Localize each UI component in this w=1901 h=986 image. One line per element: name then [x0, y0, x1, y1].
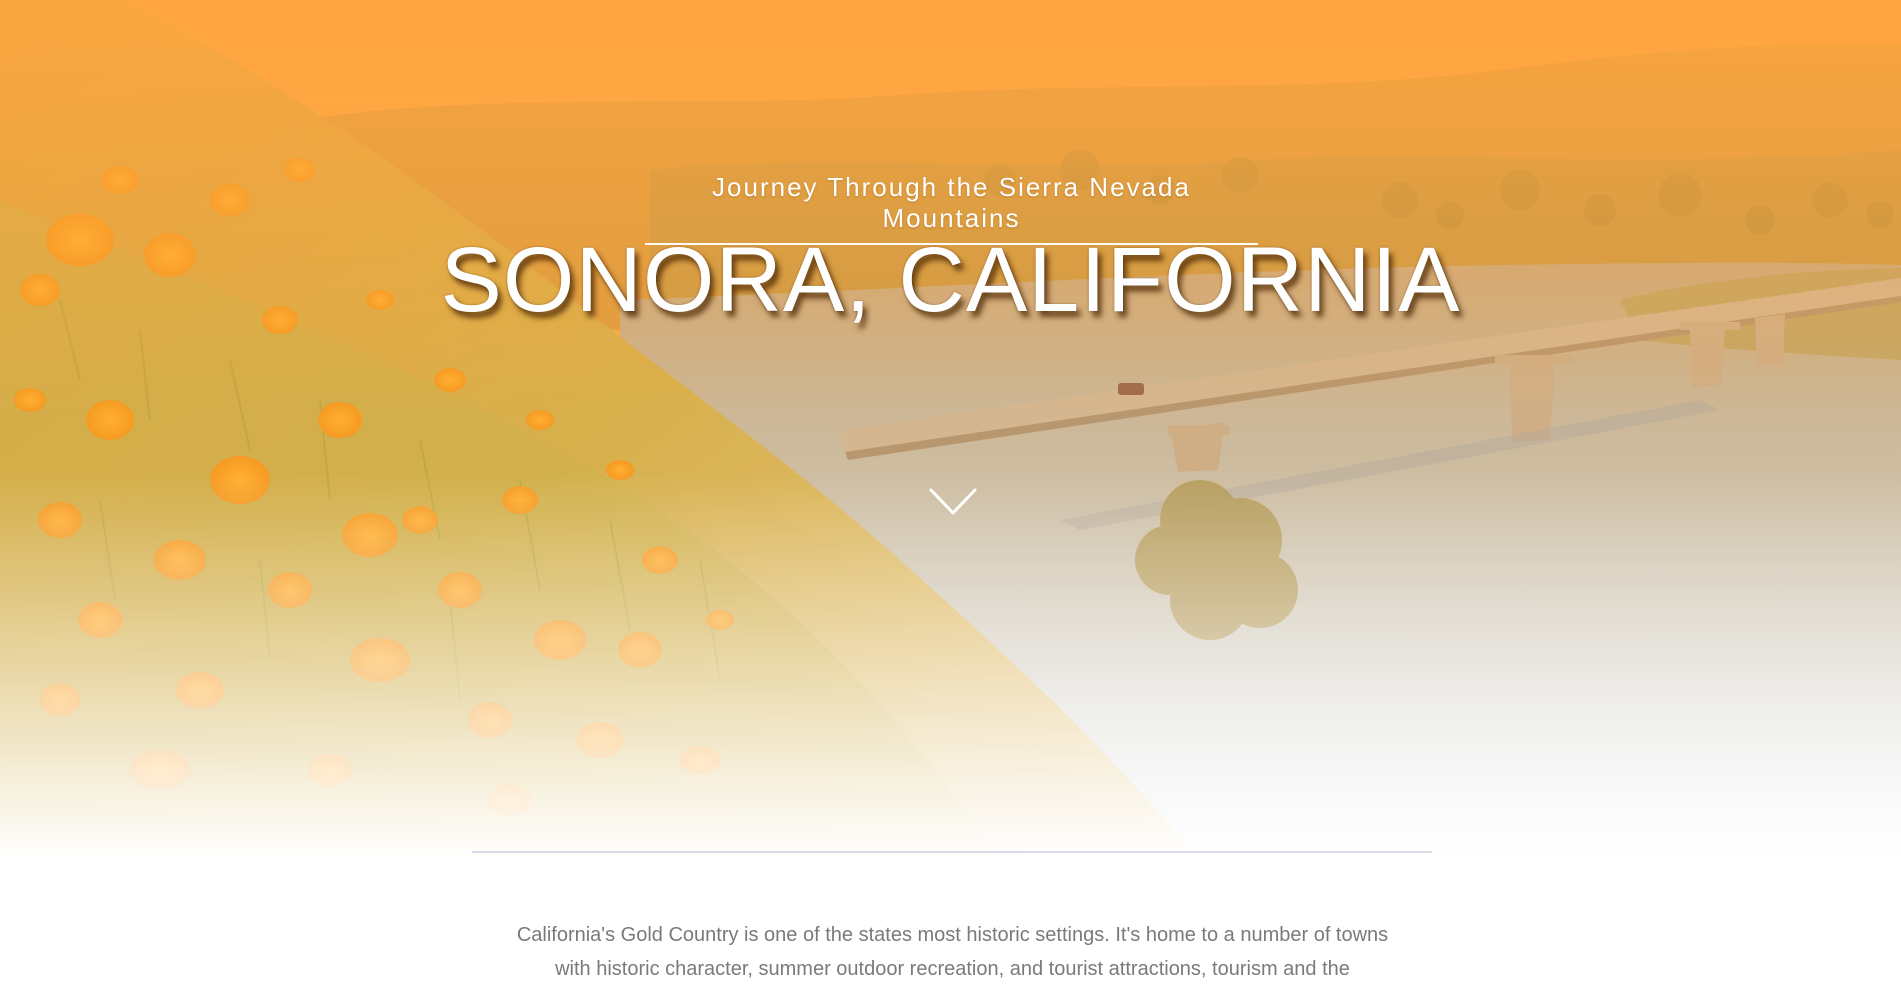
hero-section: Journey Through the Sierra Nevada Mounta… [0, 0, 1901, 860]
chevron-down-icon[interactable] [928, 486, 978, 518]
section-divider [472, 851, 1432, 853]
hero-background-image [0, 0, 1901, 860]
page-title: SONORA, CALIFORNIA [440, 229, 1461, 331]
intro-paragraph: California's Gold Country is one of the … [516, 924, 1389, 980]
